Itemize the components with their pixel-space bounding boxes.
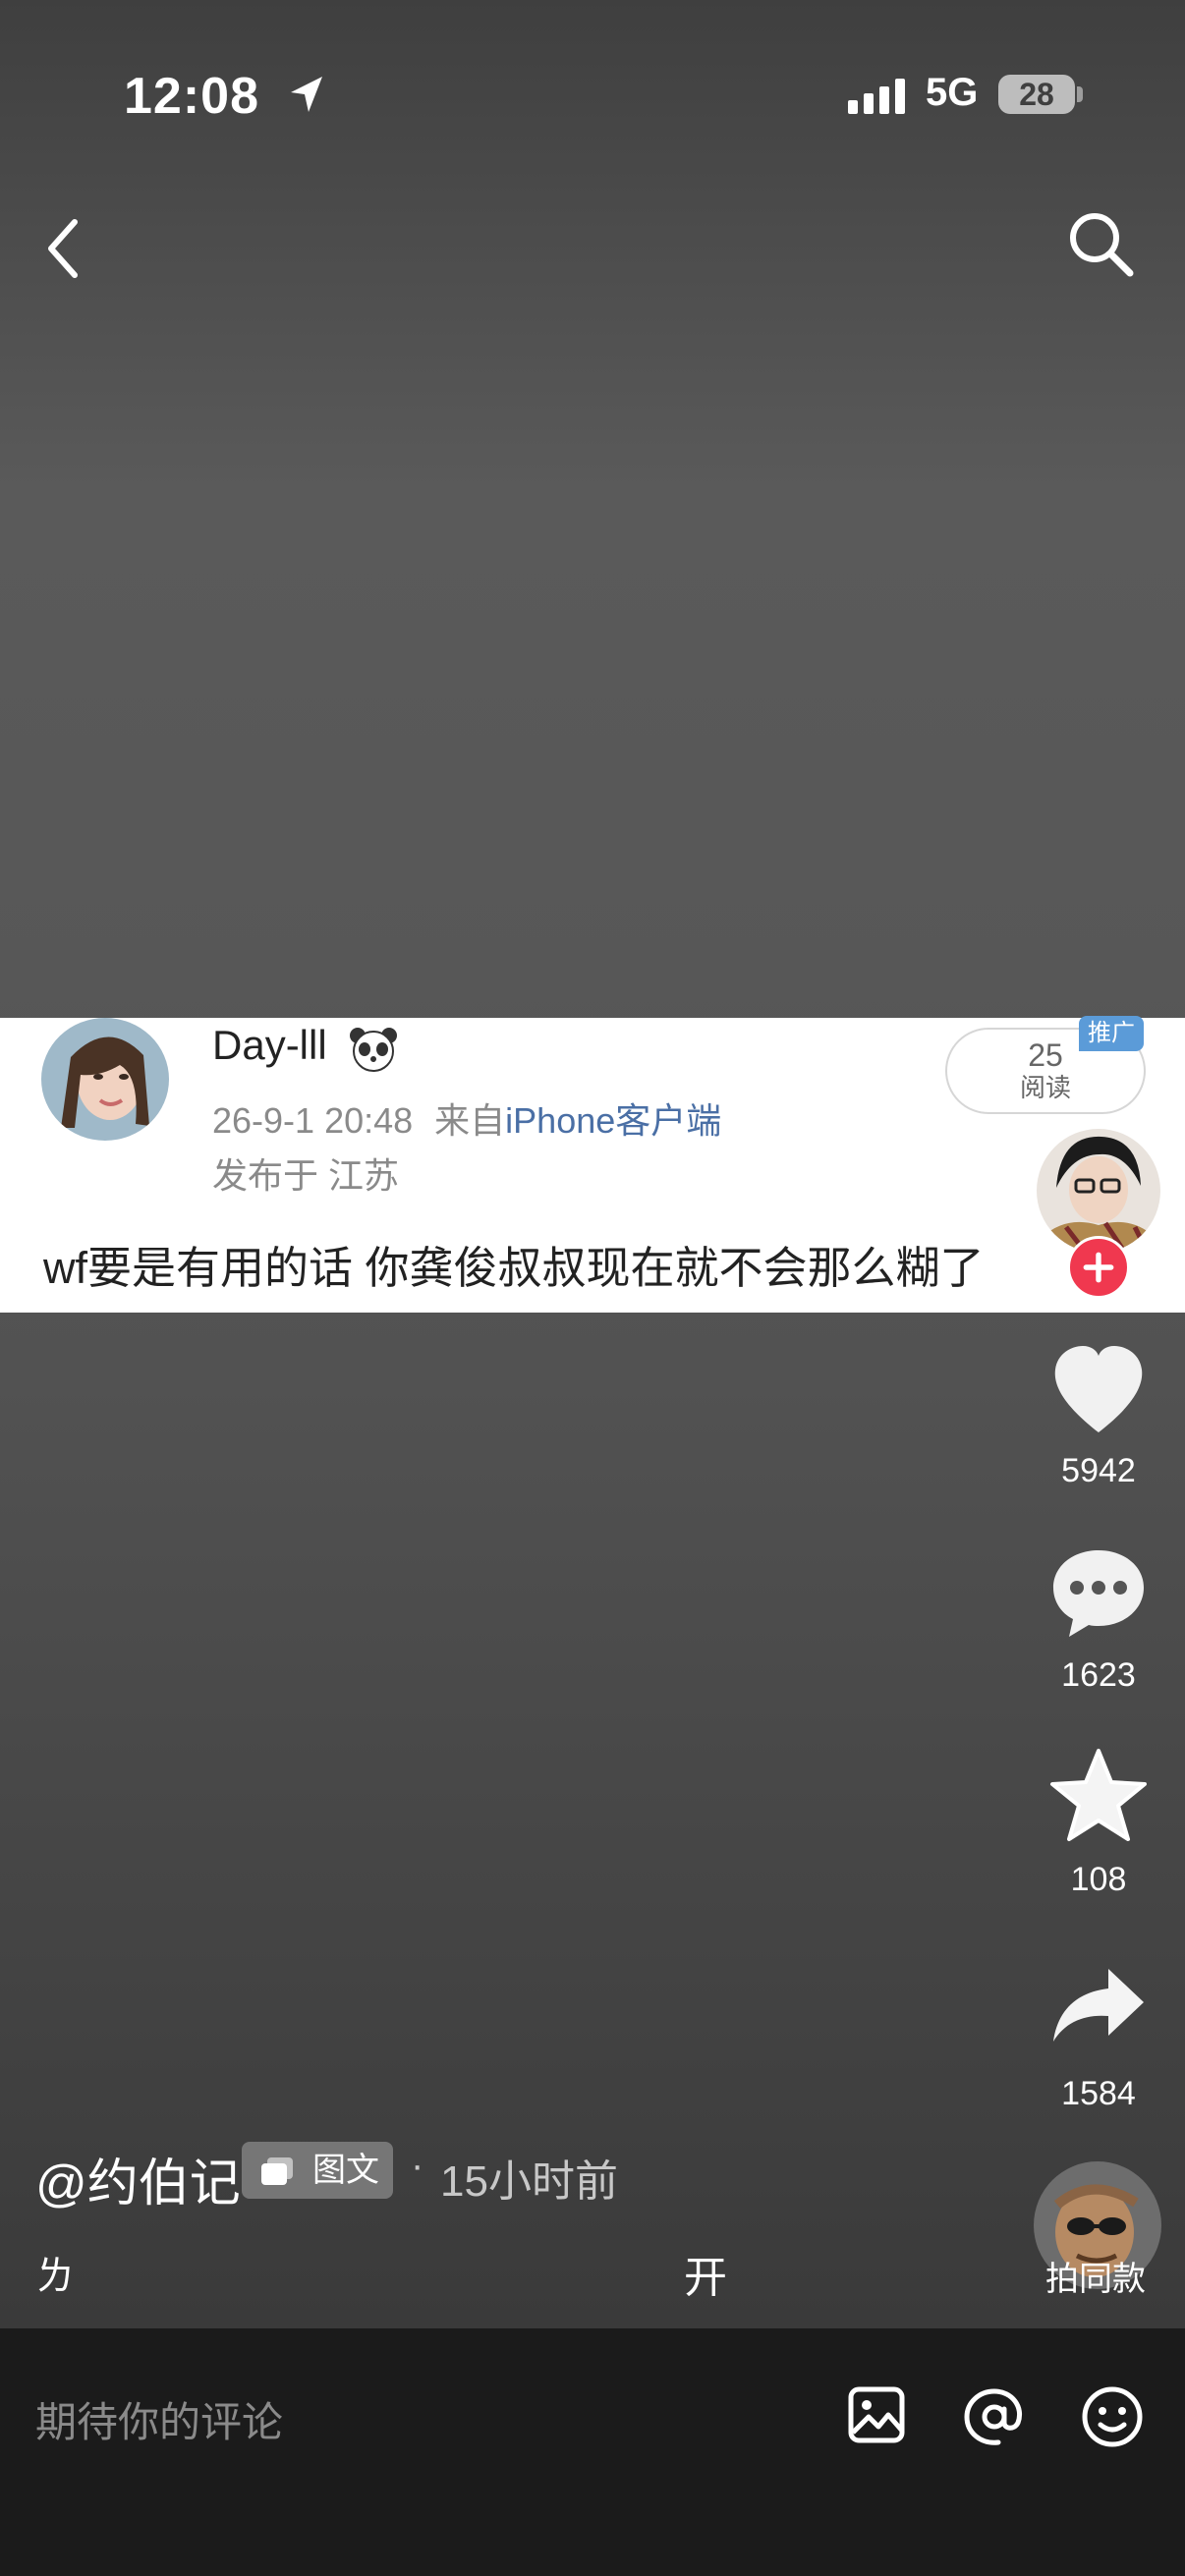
comment-bar bbox=[0, 2328, 1185, 2576]
image-text-icon bbox=[261, 2157, 293, 2185]
caption-fragment-left: ㄌ bbox=[35, 2255, 75, 2298]
emoji-icon[interactable] bbox=[1081, 2385, 1144, 2448]
caption-separator: · bbox=[411, 2144, 424, 2187]
like-count: 5942 bbox=[1061, 1452, 1136, 1489]
share-icon[interactable] bbox=[1049, 1961, 1148, 2059]
battery-indicator: 28 bbox=[998, 75, 1075, 114]
promo-tag: 推广 bbox=[1079, 1016, 1144, 1051]
cellular-signal-icon bbox=[848, 79, 905, 114]
post-username[interactable]: Day-lll bbox=[212, 1022, 327, 1069]
share-count: 1584 bbox=[1061, 2075, 1136, 2112]
post-type-label: 图文 bbox=[312, 2152, 379, 2189]
image-picker-icon[interactable] bbox=[847, 2385, 906, 2444]
post-type-chip: 图文 bbox=[242, 2142, 393, 2199]
caption-time-ago: 15小时前 bbox=[440, 2157, 618, 2206]
comment-input[interactable]: 期待你的评论 bbox=[35, 2389, 283, 2449]
network-type: 5G bbox=[926, 71, 979, 114]
heart-icon[interactable] bbox=[1049, 1342, 1148, 1440]
post-source-link[interactable]: iPhone客户端 bbox=[505, 1100, 721, 1141]
favorite-count: 108 bbox=[1070, 1861, 1127, 1898]
follow-plus-icon[interactable] bbox=[1067, 1236, 1130, 1299]
same-style-label[interactable]: 拍同款 bbox=[1045, 2252, 1146, 2300]
search-icon[interactable] bbox=[1067, 210, 1136, 279]
comment-icon[interactable] bbox=[1049, 1544, 1148, 1643]
post-text: wf要是有用的话 你龚俊叔叔现在就不会那么糊了 bbox=[43, 1243, 985, 1293]
caption-author[interactable]: @约伯记 bbox=[35, 2142, 241, 2215]
reads-label: 阅读 bbox=[1019, 1073, 1071, 1102]
battery-tip bbox=[1077, 86, 1083, 102]
mention-icon[interactable] bbox=[963, 2385, 1026, 2448]
panda-badge-icon bbox=[350, 1028, 397, 1072]
post-meta: 26-9-1 20:48 来自iPhone客户端 bbox=[212, 1092, 721, 1144]
comment-count: 1623 bbox=[1061, 1656, 1136, 1694]
post-location: 发布于 江苏 bbox=[212, 1155, 400, 1196]
back-arrow-icon[interactable] bbox=[43, 216, 83, 281]
status-time: 12:08 bbox=[124, 68, 259, 125]
caption-fragment-center: 开 bbox=[684, 2254, 727, 2302]
avatar[interactable] bbox=[41, 1018, 169, 1141]
post-source-label: 来自 bbox=[434, 1100, 506, 1141]
location-arrow-icon bbox=[291, 77, 322, 112]
star-icon[interactable] bbox=[1049, 1747, 1148, 1845]
post-datetime: 26-9-1 20:48 bbox=[212, 1100, 414, 1141]
